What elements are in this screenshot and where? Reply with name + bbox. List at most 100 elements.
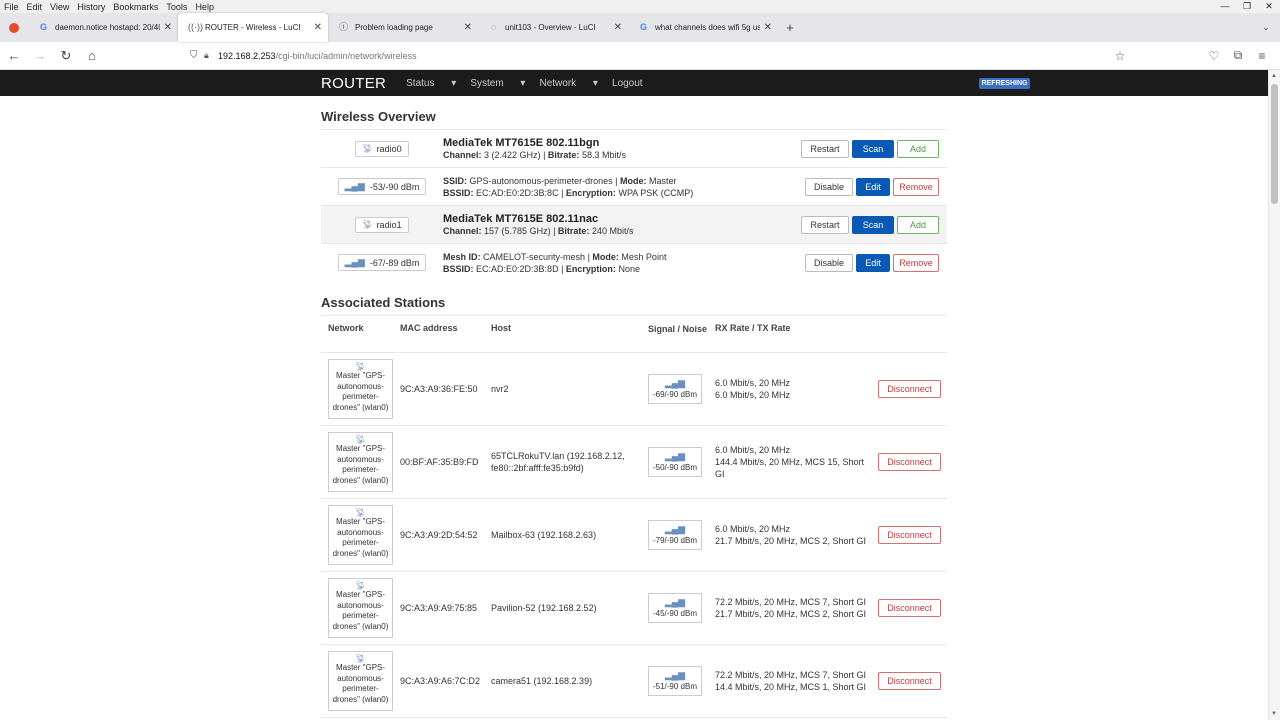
refreshing-badge[interactable]: REFRESHING [978,77,1031,89]
tracking-shield-icon[interactable]: ⛉ [190,50,204,61]
page-scrollbar[interactable]: ▲ ▼ [1268,70,1280,720]
mac-address: 00:BF:AF:35:B9:FD [400,457,479,467]
disconnect-button[interactable]: Disconnect [878,453,941,471]
mesh-id-value: CAMELOT-security-mesh [483,251,586,262]
radio-badge-label: radio0 [376,143,402,154]
list-all-tabs-icon[interactable]: ⌄ [1252,13,1280,42]
brand-title[interactable]: ROUTER [321,75,386,92]
disconnect-button[interactable]: Disconnect [878,526,941,544]
channel-label: Channel: [443,225,482,236]
signal-icon: ▂▄▆ [344,257,365,267]
table-row: 📡︎ Master "GPS-autonomous-perimeter-drone… [321,645,947,718]
interface-description: SSID: GPS-autonomous-perimeter-drones | … [443,175,694,198]
scroll-up-icon[interactable]: ▲ [1271,73,1277,79]
stations-table-header: Network MAC address Host Signal / Noise … [321,315,947,353]
info-icon: ⓘ [338,22,348,32]
edit-button[interactable]: Edit [856,177,890,196]
menu-file[interactable]: File [4,2,19,12]
menu-history[interactable]: History [77,2,105,12]
tab-problem-loading[interactable]: ⓘ Problem loading page ✕ [328,13,478,42]
new-tab-button[interactable]: + [778,13,802,42]
signal-badge: ▂▄▆ -51/-90 dBm [648,666,702,696]
scan-button[interactable]: Scan [852,215,894,234]
close-tab-icon[interactable]: ✕ [164,22,172,33]
edit-button[interactable]: Edit [856,253,890,272]
menu-status[interactable]: Status ▾ [406,78,456,89]
restart-button[interactable]: Restart [801,215,849,234]
network-label: Master "GPS-autonomous-perimeter-drones"… [332,444,389,485]
encryption-value: WPA PSK (CCMP) [618,187,694,198]
menu-help[interactable]: Help [195,2,214,12]
menu-system[interactable]: System ▾ [470,78,525,89]
host: Mailbox-63 (192.168.2.63) [491,530,597,540]
restore-icon[interactable]: ❐ [1236,1,1258,12]
disable-button[interactable]: Disable [805,177,853,196]
mac-address: 9C:A3:A9:A6:7C:D2 [400,676,481,686]
remove-button[interactable]: Remove [893,253,939,272]
bssid-label: BSSID: [443,187,474,198]
close-tab-icon[interactable]: ✕ [464,22,472,33]
bitrate-value: 240 Mbit/s [591,225,634,236]
insecure-lock-icon[interactable]: 🔒︎ [204,50,218,61]
interface-row: ▂▄▆ -67/-89 dBm Mesh ID: CAMELOT-security… [321,243,947,281]
scan-button[interactable]: Scan [852,139,894,158]
close-tab-icon[interactable]: ✕ [764,22,772,33]
forward-icon[interactable]: → [28,48,52,63]
disconnect-button[interactable]: Disconnect [878,380,941,398]
associated-stations-title: Associated Stations [321,295,446,310]
col-signal-noise: Signal / Noise [648,324,708,334]
interface-row: ▂▄▆ -53/-90 dBm SSID: GPS-autonomous-peri… [321,167,947,205]
col-mac-address: MAC address [400,323,458,333]
signal-icon: ▂▄▆ [664,597,686,607]
add-button[interactable]: Add [897,139,939,158]
menu-logout[interactable]: Logout [612,78,643,89]
close-tab-icon[interactable]: ✕ [314,22,322,33]
close-tab-icon[interactable]: ✕ [614,22,622,33]
disable-button[interactable]: Disable [805,253,853,272]
disconnect-button[interactable]: Disconnect [878,599,941,617]
restart-button[interactable]: Restart [801,139,849,158]
network-badge: 📡︎ Master "GPS-autonomous-perimeter-drone… [328,578,393,638]
url-bar[interactable]: ⛉ 🔒︎ 192.168.2.253/cgi-bin/luci/admin/ne… [190,44,1108,68]
mode-value: Mesh Point [621,251,667,262]
tab-router-wireless[interactable]: ((·)) ROUTER - Wireless - LuCI ✕ [178,13,328,42]
bitrate-label: Bitrate: [547,149,580,160]
radio-name: MediaTek MT7615E 802.11bgn [443,136,600,149]
browser-menubar: File Edit View History Bookmarks Tools H… [0,0,1280,13]
back-icon[interactable]: ← [2,48,26,63]
add-button[interactable]: Add [897,215,939,234]
radio-badge: 📡︎ radio0 [355,140,409,157]
remove-button[interactable]: Remove [893,177,939,196]
disconnect-button[interactable]: Disconnect [878,672,941,690]
tab-daemon-notice[interactable]: G daemon.notice hostapd: 20/40 ✕ [28,13,178,42]
menu-system-label: System [470,77,504,89]
rx-tx-rate: 6.0 Mbit/s, 20 MHz 6.0 Mbit/s, 20 MHz [715,378,791,400]
host: Pavilion-52 (192.168.2.52) [491,603,597,613]
menu-edit[interactable]: Edit [27,2,43,12]
home-icon[interactable]: ⌂ [80,48,104,63]
minimize-icon[interactable]: — [1214,1,1236,12]
menu-bookmarks[interactable]: Bookmarks [113,2,158,12]
tab-unit103-overview[interactable]: ◌ unit103 - Overview - LuCI ✕ [478,13,628,42]
menu-hamburger-icon[interactable]: ≡ [1250,49,1274,63]
firefox-view-button[interactable] [0,13,28,42]
menu-network[interactable]: Network ▾ [539,78,598,89]
mesh-id-label: Mesh ID: [443,251,481,262]
menu-view[interactable]: View [50,2,69,12]
close-window-icon[interactable]: ✕ [1258,1,1280,12]
tab-wifi-channels[interactable]: G what channels does wifi 5g use ✕ [628,13,778,42]
scrollbar-thumb[interactable] [1271,84,1278,204]
signal-value: -45/-90 dBm [652,609,698,618]
bookmark-star-icon[interactable]: ☆ [1108,49,1132,63]
extensions-icon[interactable]: ⧉ [1226,48,1250,63]
scroll-down-icon[interactable]: ▼ [1271,711,1277,717]
menu-network-label: Network [539,77,577,89]
pocket-icon[interactable]: ♡ [1202,49,1226,63]
google-icon: G [639,22,647,32]
menu-tools[interactable]: Tools [166,2,187,12]
toolbar-icons: ☆ ♡ ⧉ ≡ [1108,48,1274,63]
luci-main-menu: Status ▾ System ▾ Network ▾ Logout [406,78,656,89]
tab-title: daemon.notice hostapd: 20/40 [55,23,160,32]
ssid-value: GPS-autonomous-perimeter-drones [469,175,613,186]
reload-icon[interactable]: ↻ [54,48,78,64]
